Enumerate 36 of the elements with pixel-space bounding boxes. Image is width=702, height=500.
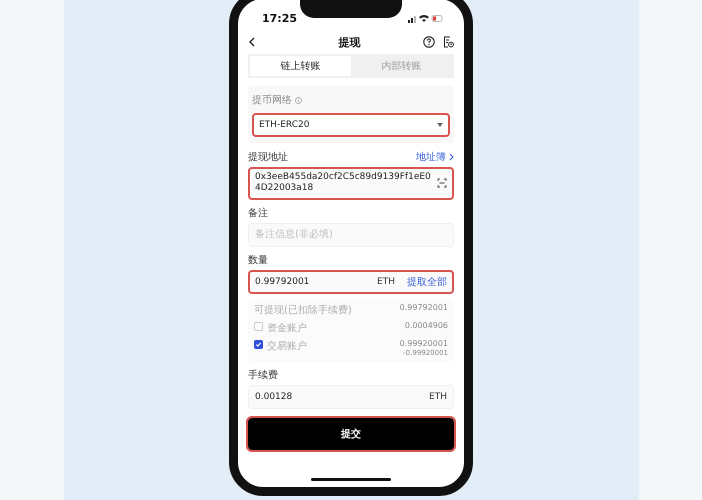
address-value: 0x3eeB455da20cf2C5c89d9139Ff1eE04D22003a18 — [255, 172, 432, 194]
remark-field[interactable]: 备注信息(非必填) — [248, 222, 454, 246]
page-title: 提现 — [337, 34, 362, 50]
status-time: 17:25 — [262, 12, 298, 24]
address-field[interactable]: 0x3eeB455da20cf2C5c89d9139Ff1eE04D22003a18 — [248, 167, 454, 200]
amount-field[interactable]: 0.99792001 ETH 提取全部 — [248, 270, 454, 294]
address-book-link[interactable]: 地址簿 — [416, 150, 446, 164]
records-icon[interactable] — [443, 36, 454, 48]
field-label: 提币网络 — [252, 94, 292, 107]
status-icons — [408, 14, 444, 22]
field-label: 备注 — [248, 206, 268, 220]
chevron-right-icon — [449, 153, 454, 161]
amount-value: 0.99792001 — [255, 276, 310, 286]
help-icon[interactable] — [423, 36, 435, 48]
dropdown-icon — [437, 123, 443, 127]
available-value: 0.99792001 — [400, 302, 448, 312]
account-label: 交易账户 — [267, 340, 308, 352]
available-label: 可提现(已扣除手续费) — [254, 304, 352, 316]
field-label: 数量 — [248, 254, 268, 266]
fee-value: 0.00128 — [255, 392, 294, 402]
field-label: 手续费 — [248, 368, 278, 382]
account-label: 资金账户 — [267, 322, 308, 334]
account-value: 0.99920001 — [400, 338, 448, 348]
withdraw-all-link[interactable]: 提取全部 — [407, 274, 447, 288]
amount-unit: ETH — [377, 276, 395, 286]
select-value: ETH-ERC20 — [259, 120, 310, 130]
fee-unit: ETH — [429, 392, 447, 402]
field-label: 提现地址 — [248, 150, 288, 164]
account-value: 0.0004906 — [404, 320, 448, 330]
network-select[interactable]: ETH-ERC20 — [252, 113, 450, 137]
back-icon[interactable] — [248, 37, 256, 47]
info-icon[interactable] — [295, 96, 302, 104]
scan-icon[interactable] — [437, 178, 447, 188]
tab[interactable]: 链上转账 — [250, 56, 351, 76]
submit-button[interactable]: 提交 — [248, 418, 454, 450]
checkbox[interactable] — [254, 340, 263, 348]
